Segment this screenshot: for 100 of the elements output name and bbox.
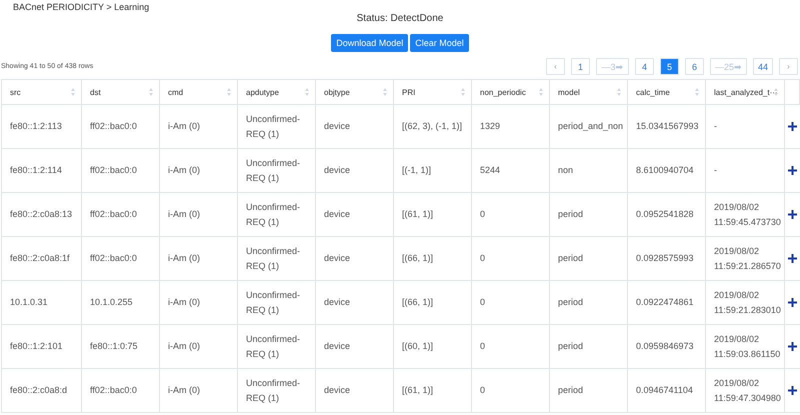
- table-cell: 1329: [472, 104, 550, 148]
- table-cell: device: [316, 236, 394, 280]
- sort-icon: [774, 88, 778, 96]
- plus-icon[interactable]: [788, 166, 797, 174]
- table-cell: Unconfirmed-REQ (1): [238, 280, 316, 324]
- table-cell: non: [550, 148, 628, 192]
- table-cell: Unconfirmed-REQ (1): [238, 368, 316, 412]
- table-cell: fe80::1:2:113: [2, 104, 82, 148]
- plus-icon[interactable]: [788, 254, 797, 262]
- table-cell: [(66, 1)]: [394, 280, 472, 324]
- sort-icon: [227, 88, 231, 96]
- pagination-page[interactable]: 5: [660, 58, 679, 75]
- table-cell: 0: [472, 324, 550, 368]
- sort-icon: [305, 88, 309, 96]
- table-cell: ff02::bac0:0: [82, 236, 160, 280]
- column-header[interactable]: cmd: [160, 80, 238, 104]
- table-cell: fe80::2:c0a8:d: [2, 368, 82, 412]
- table-cell: device: [316, 324, 394, 368]
- breadcrumb: BACnet PERIODICITY > Learning: [12, 1, 150, 12]
- table-cell: i-Am (0): [160, 192, 238, 236]
- table-cell: Unconfirmed-REQ (1): [238, 236, 316, 280]
- table-cell: 0: [472, 368, 550, 412]
- plus-icon[interactable]: [788, 122, 797, 130]
- sort-icon: [149, 88, 153, 96]
- table-cell: -: [706, 148, 784, 192]
- table-cell: [(-1, 1)]: [394, 148, 472, 192]
- table-cell: device: [316, 192, 394, 236]
- table-cell: ff02::bac0:0: [82, 368, 160, 412]
- table-cell: i-Am (0): [160, 324, 238, 368]
- status-text: Status: DetectDone: [356, 12, 444, 24]
- plus-icon[interactable]: [788, 342, 797, 350]
- table-cell: 2019/08/02 11:59:21.283010: [706, 280, 784, 324]
- table-cell: fe80::2:c0a8:13: [2, 192, 82, 236]
- table-cell: 5244: [472, 148, 550, 192]
- table-cell: ff02::bac0:0: [82, 104, 160, 148]
- table-cell: 2019/08/02 11:59:47.304980: [706, 368, 784, 412]
- table-cell: 0: [472, 192, 550, 236]
- table-cell: period: [550, 192, 628, 236]
- table-cell: 0.0922474861: [628, 280, 706, 324]
- plus-icon[interactable]: [788, 386, 797, 394]
- table-cell: Unconfirmed-REQ (1): [238, 148, 316, 192]
- table-cell: 0.0959846973: [628, 324, 706, 368]
- pagination-page[interactable]: 1: [570, 58, 590, 75]
- table-cell: period: [550, 280, 628, 324]
- table-cell: 8.6100940704: [628, 148, 706, 192]
- sort-icon: [617, 88, 621, 96]
- table-cell: i-Am (0): [160, 368, 238, 412]
- table-cell: fe80::2:c0a8:1f: [2, 236, 82, 280]
- table-cell: device: [316, 104, 394, 148]
- table-cell: [(62, 3), (-1, 1)]: [394, 104, 472, 148]
- table-cell: ff02::bac0:0: [82, 148, 160, 192]
- table-cell: 2019/08/02 11:59:03.861150: [706, 324, 784, 368]
- column-header[interactable]: last_analyzed_t···: [706, 80, 784, 104]
- table-cell: period: [550, 324, 628, 368]
- download-model-button[interactable]: Download Model: [331, 34, 408, 52]
- table-cell: [(61, 1)]: [394, 368, 472, 412]
- table-cell: -: [706, 104, 784, 148]
- column-header[interactable]: non_periodic: [472, 80, 550, 104]
- column-header[interactable]: model: [550, 80, 628, 104]
- table-cell: 2019/08/02 11:59:45.473730: [706, 192, 784, 236]
- table-cell: 10.1.0.31: [2, 280, 82, 324]
- table-cell: device: [316, 148, 394, 192]
- table-cell: Unconfirmed-REQ (1): [238, 192, 316, 236]
- table-cell: device: [316, 280, 394, 324]
- column-header[interactable]: apdutype: [238, 80, 316, 104]
- table-cell: [(60, 1)]: [394, 324, 472, 368]
- table-cell: 0.0928575993: [628, 236, 706, 280]
- plus-icon[interactable]: [788, 210, 797, 218]
- sort-icon: [383, 88, 387, 96]
- clear-model-button[interactable]: Clear Model: [410, 34, 469, 52]
- table-cell: 10.1.0.255: [82, 280, 160, 324]
- table-cell: period: [550, 368, 628, 412]
- pagination-page[interactable]: 4: [634, 58, 654, 75]
- table-cell: Unconfirmed-REQ (1): [238, 104, 316, 148]
- table-cell: Unconfirmed-REQ (1): [238, 324, 316, 368]
- column-header[interactable]: PRI: [394, 80, 472, 104]
- table-cell: [(61, 1)]: [394, 192, 472, 236]
- pagination-page[interactable]: 6: [684, 58, 704, 75]
- table-cell: fe80::1:2:114: [2, 148, 82, 192]
- sort-icon: [461, 88, 465, 96]
- column-header[interactable]: calc_time: [628, 80, 706, 104]
- column-header[interactable]: src: [2, 80, 82, 104]
- table-cell: period_and_non: [550, 104, 628, 148]
- plus-icon[interactable]: [788, 298, 797, 306]
- table-cell: [(66, 1)]: [394, 236, 472, 280]
- table-cell: 0: [472, 280, 550, 324]
- table-cell: 0.0952541828: [628, 192, 706, 236]
- table-cell: i-Am (0): [160, 280, 238, 324]
- table-cell: i-Am (0): [160, 104, 238, 148]
- table-cell: 0.0946741104: [628, 368, 706, 412]
- sort-icon: [539, 88, 543, 96]
- column-header[interactable]: dst: [82, 80, 160, 104]
- table-cell: fe80::1:2:101: [2, 324, 82, 368]
- sort-icon: [71, 88, 75, 96]
- table-cell: period: [550, 236, 628, 280]
- sort-icon: [695, 88, 699, 96]
- table-cell: 0: [472, 236, 550, 280]
- column-header[interactable]: objtype: [316, 80, 394, 104]
- table-cell: i-Am (0): [160, 236, 238, 280]
- pagination-page[interactable]: 44: [752, 58, 773, 75]
